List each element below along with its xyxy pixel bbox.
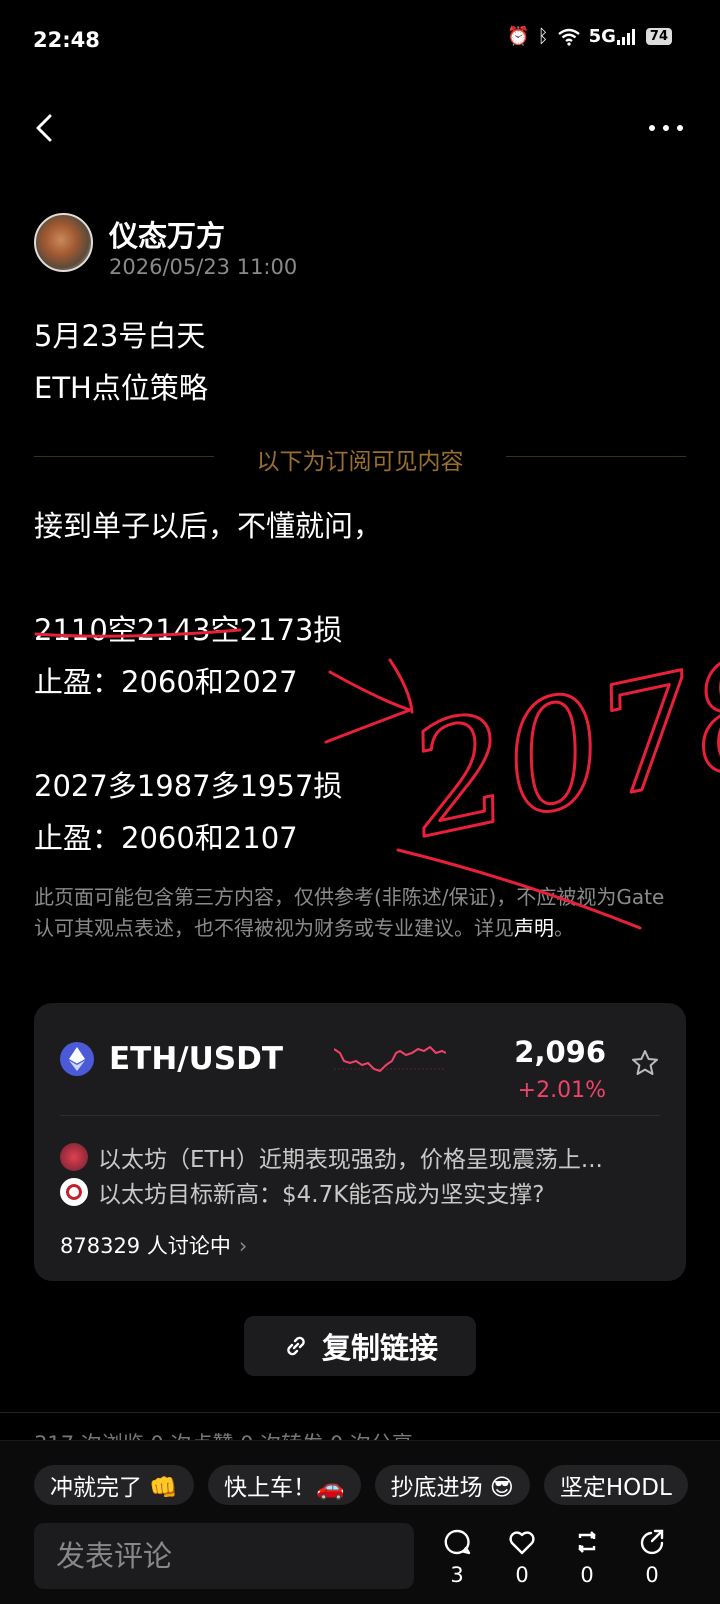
discussion-link[interactable]: 878329 人讨论中 › [60,1230,247,1260]
heart-icon [509,1531,535,1555]
news-text: 以太坊（ETH）近期表现强劲，价格呈现震荡上... [98,1147,603,1173]
more-options-icon[interactable] [646,118,686,138]
price-change: +2.01% [517,1078,606,1103]
disclaimer-end: 。 [554,916,574,940]
wifi-icon [557,28,581,46]
top-nav [0,100,720,160]
handwritten-note: 2078 [395,622,720,872]
bluetooth-icon: ᛒ [537,26,549,47]
status-bar: 22:48 ⏰ ᛒ 5G 74 [0,0,720,82]
status-icons: ⏰ ᛒ 5G 74 [507,26,672,47]
author-header: 仪态万方 2026/05/23 11:00 [34,213,684,283]
link-icon [287,1336,305,1356]
comment-input[interactable] [34,1523,414,1589]
share-icon [640,1529,664,1555]
like-action[interactable]: 0 [502,1527,542,1587]
bottom-bar: 冲就完了 👊 快上车！🚗 抄底进场 😎 坚定HODL 3 0 0 0 [0,1440,720,1604]
eth-coin-icon [60,1042,94,1076]
body-line: 2027多1987多1957损 [34,769,343,803]
body-line: 2110空2143空2173损 [34,613,343,647]
disclaimer: 此页面可能包含第三方内容，仅供参考(非陈述/保证)，不应被视为Gate认可其观点… [34,882,674,944]
back-arrow-icon[interactable] [28,110,64,146]
copy-link-label: 复制链接 [321,1331,438,1365]
repost-icon [578,1531,596,1553]
post-date: 2026/05/23 11:00 [109,255,298,279]
news-text: 以太坊目标新高：$4.7K能否成为坚实支撑? [98,1182,545,1208]
comment-box[interactable] [34,1523,414,1589]
sparkline [334,1045,446,1073]
signal-icon: 5G [589,26,638,47]
quick-reply-chips: 冲就完了 👊 快上车！🚗 抄底进场 😎 坚定HODL [34,1465,688,1505]
share-action[interactable]: 0 [632,1527,672,1587]
divider-line-right [506,456,686,457]
news-item[interactable]: 以太坊（ETH）近期表现强劲，价格呈现震荡上... [60,1140,603,1174]
quick-reply-chip[interactable]: 抄底进场 😎 [374,1465,530,1505]
avatar[interactable] [34,213,93,272]
comment-icon [444,1529,471,1555]
news-avatar-icon [60,1143,88,1171]
chevron-right-icon: › [238,1234,248,1258]
network-label: 5G [588,26,616,47]
price: 2,096 [514,1035,606,1069]
discussion-count: 878329 人讨论中 [60,1234,231,1258]
post-title: 5月23号白天 ETH点位策略 [34,310,208,414]
comment-action[interactable]: 3 [437,1527,477,1587]
comment-count: 3 [450,1563,464,1587]
copy-link-button[interactable]: 复制链接 [244,1316,476,1376]
title-line-2: ETH点位策略 [34,371,208,405]
share-count: 0 [645,1563,659,1587]
star-icon[interactable] [630,1048,660,1078]
pair-name: ETH/USDT [109,1041,283,1077]
body-line: 止盈：2060和2107 [34,821,298,855]
alarm-icon: ⏰ [507,26,530,47]
quick-reply-chip[interactable]: 冲就完了 👊 [34,1465,194,1505]
divider-text: 以下为订阅可见内容 [256,449,464,475]
post-body: 接到单子以后，不懂就问， 2110空2143空2173损 止盈：2060和202… [34,500,382,864]
repost-count: 0 [580,1563,594,1587]
subscriber-divider: 以下为订阅可见内容 [34,440,686,475]
card-divider [60,1115,660,1116]
author-name[interactable]: 仪态万方 [109,213,225,255]
market-card[interactable]: ETH/USDT 2,096 +2.01% 以太坊（ETH）近期表现强劲，价格呈… [34,1003,686,1281]
title-line-1: 5月23号白天 [34,319,206,353]
quick-reply-chip[interactable]: 快上车！🚗 [207,1465,361,1505]
body-line: 接到单子以后，不懂就问， [34,509,383,543]
status-time: 22:48 [33,28,100,52]
disclaimer-link[interactable]: 声明 [514,916,554,940]
news-item[interactable]: 以太坊目标新高：$4.7K能否成为坚实支撑? [60,1175,545,1209]
like-count: 0 [515,1563,529,1587]
post-stats: 317 次浏览 0 次点赞 0 次转发 0 次分享 [34,1428,413,1440]
page-divider [0,1412,720,1413]
quick-reply-chip[interactable]: 坚定HODL [543,1465,688,1505]
arrow-stroke [388,658,414,714]
repost-action[interactable]: 0 [567,1527,607,1587]
battery-icon: 74 [645,28,672,45]
body-line: 止盈：2060和2027 [34,665,298,699]
news-avatar-icon [60,1178,88,1206]
